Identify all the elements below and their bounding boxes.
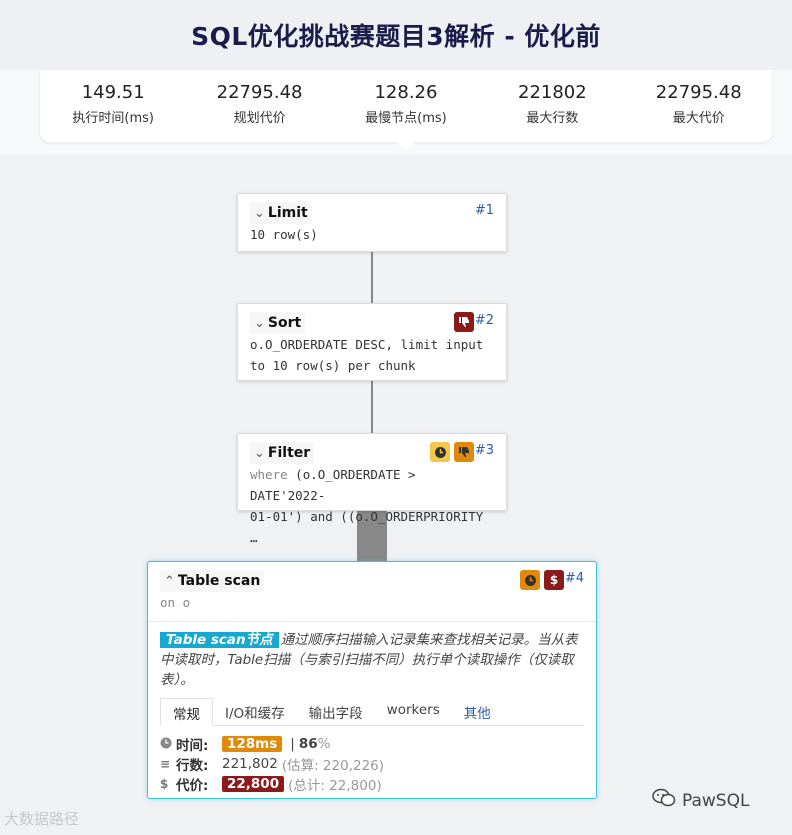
- tab-other[interactable]: 其他: [452, 698, 503, 726]
- node-detail: on o: [148, 590, 596, 621]
- metric-total: (总计: 22,800): [288, 778, 382, 794]
- watermark-right: PawSQL: [652, 788, 749, 813]
- node-title[interactable]: ⌄ Sort: [250, 312, 306, 334]
- stat-slowest-node: 128.26 最慢节点(ms): [336, 70, 476, 142]
- page-title: SQL优化挑战赛题目3解析 - 优化前: [191, 22, 601, 51]
- watermark-text: PawSQL: [682, 790, 750, 811]
- node-title[interactable]: ⌄ Filter: [250, 442, 315, 464]
- chevron-up-icon[interactable]: ⌃: [164, 574, 175, 589]
- detail-line: o.O_ORDERDATE DESC, limit input: [250, 337, 484, 352]
- detail-keyword: where: [250, 467, 288, 482]
- watermark-left: 大数据路径: [4, 808, 79, 829]
- node-detail: o.O_ORDERDATE DESC, limit input to 10 ro…: [238, 332, 506, 382]
- metric-percent-unit: %: [317, 736, 331, 752]
- tab-output-fields[interactable]: 输出字段: [297, 698, 375, 726]
- dollar-icon: $: [544, 570, 564, 590]
- stat-label: 最慢节点(ms): [365, 111, 447, 126]
- stat-value: 128.26: [374, 82, 438, 103]
- dollar-icon: $: [160, 777, 169, 791]
- stats-panel: 149.51 执行时间(ms) 22795.48 规划代价 128.26 最慢节…: [40, 70, 772, 142]
- metric-estimate: (估算: 220,226): [281, 758, 385, 774]
- node-tabs: 常规 I/O和缓存 输出字段 workers 其他: [160, 698, 584, 726]
- stats-collapse-arrow[interactable]: [397, 142, 415, 151]
- stat-value: 22795.48: [655, 82, 742, 103]
- clock-icon: [520, 570, 540, 590]
- node-title[interactable]: ⌄ Limit: [250, 202, 312, 224]
- plan-node-table-scan[interactable]: ⌃ Table scan $ #4 on o Table scan节点 通过顺序扫…: [147, 561, 597, 799]
- stat-max-cost: 22795.48 最大代价: [629, 70, 769, 142]
- thumbs-down-icon: [454, 442, 474, 462]
- metric-percent: 86: [298, 736, 318, 752]
- stat-value: 221802: [518, 82, 587, 103]
- metric-time: 时间: 128ms | 86%: [160, 734, 584, 754]
- chevron-down-icon[interactable]: ⌄: [254, 316, 265, 331]
- tab-general[interactable]: 常规: [160, 698, 213, 726]
- metric-value: 221,802: [222, 756, 278, 772]
- plan-node-filter[interactable]: ⌄ Filter #3 where (o.O_ORDERDATE > DATE'…: [237, 433, 507, 545]
- metric-rows: ≡ 行数: 221,802 (估算: 220,226): [160, 754, 584, 774]
- detail-line: to 10 row(s) per chunk: [250, 358, 416, 373]
- chevron-down-icon[interactable]: ⌄: [254, 206, 265, 221]
- detail-line: 01-01') and ((o.O_ORDERPRIORITY …: [250, 509, 484, 545]
- metric-value: 128ms: [222, 736, 283, 752]
- wechat-icon: [652, 788, 676, 813]
- metric-cost: $ 代价: 22,800 (总计: 22,800): [160, 774, 584, 794]
- clock-icon: [430, 442, 450, 462]
- thumbs-down-icon: [454, 312, 474, 332]
- metric-separator: |: [290, 736, 295, 752]
- tab-workers[interactable]: workers: [375, 698, 452, 726]
- clock-icon: [160, 737, 176, 752]
- metric-label: 行数:: [176, 758, 209, 774]
- node-id: #1: [474, 203, 494, 218]
- edge-sort-filter: [371, 381, 373, 433]
- node-name: Limit: [267, 205, 308, 221]
- node-name: Filter: [267, 445, 311, 461]
- title-bar: SQL优化挑战赛题目3解析 - 优化前: [0, 0, 792, 70]
- plan-node-limit[interactable]: ⌄ Limit #1 10 row(s): [237, 193, 507, 252]
- tab-io-cache[interactable]: I/O和缓存: [213, 698, 297, 726]
- stat-label: 执行时间(ms): [72, 111, 154, 126]
- node-name: Sort: [267, 315, 302, 331]
- stat-max-rows: 221802 最大行数: [482, 70, 622, 142]
- node-detail: 10 row(s): [250, 227, 318, 242]
- metric-label: 代价:: [176, 778, 209, 794]
- plan-node-sort[interactable]: ⌄ Sort #2 o.O_ORDERDATE DESC, limit inpu…: [237, 303, 507, 381]
- stat-label: 最大代价: [672, 111, 725, 126]
- stat-value: 22795.48: [216, 82, 303, 103]
- stat-exec-time: 149.51 执行时间(ms): [43, 70, 183, 142]
- watermark-text: 大数据路径: [4, 810, 80, 828]
- node-detail: where (o.O_ORDERDATE > DATE'2022- 01-01'…: [238, 462, 506, 554]
- description-highlight: Table scan节点: [160, 632, 279, 648]
- node-name: Table scan: [177, 573, 261, 589]
- node-metrics: 时间: 128ms | 86% ≡ 行数: 221,802 (估算: 220,2…: [148, 726, 596, 794]
- node-id: #4: [564, 571, 584, 586]
- list-icon: ≡: [160, 757, 171, 771]
- stats-band: 149.51 执行时间(ms) 22795.48 规划代价 128.26 最慢节…: [0, 70, 792, 155]
- node-id: #2: [474, 313, 494, 328]
- node-id: #3: [474, 443, 494, 458]
- metric-label: 时间:: [176, 738, 209, 754]
- metric-value: 22,800: [222, 776, 285, 792]
- plan-canvas[interactable]: ⌄ Limit #1 10 row(s) ⌄ Sort #2 o.O_ORDER…: [0, 155, 792, 835]
- metric-label-wrap: ≡ 行数:: [160, 754, 222, 774]
- detail-text: on o: [160, 595, 191, 610]
- stat-value: 149.51: [81, 82, 145, 103]
- node-description: Table scan节点 通过顺序扫描输入记录集来查找相关记录。当从表中读取时，T…: [148, 621, 596, 690]
- stat-label: 规划代价: [233, 111, 286, 126]
- node-title[interactable]: ⌃ Table scan: [160, 570, 265, 592]
- stat-label: 最大行数: [526, 111, 579, 126]
- edge-limit-sort: [371, 252, 373, 303]
- chevron-down-icon[interactable]: ⌄: [254, 446, 265, 461]
- stat-plan-cost: 22795.48 规划代价: [190, 70, 330, 142]
- metric-label-wrap: 时间:: [160, 734, 222, 754]
- metric-label-wrap: $ 代价:: [160, 774, 222, 794]
